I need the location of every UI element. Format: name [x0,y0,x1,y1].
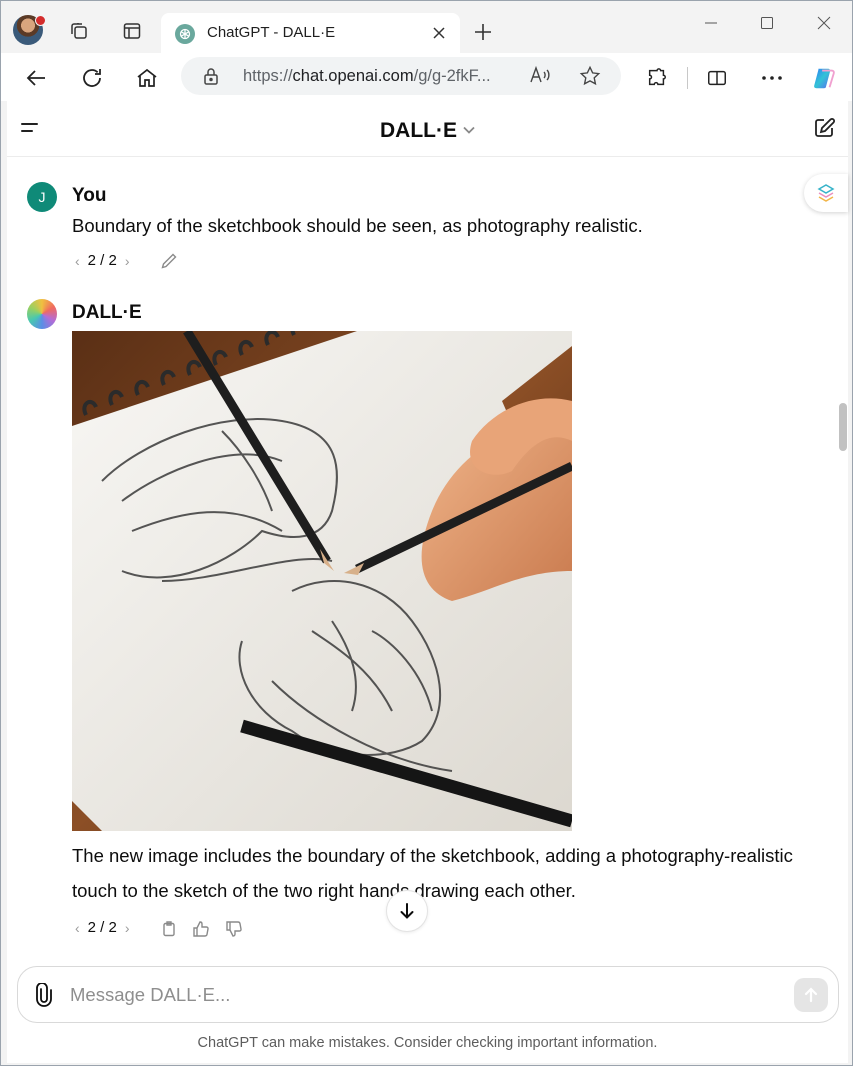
browser-toolbar: https://chat.openai.com/g/g-2fkF... [1,53,852,101]
address-bar[interactable]: https://chat.openai.com/g/g-2fkF... [181,57,621,95]
user-avatar-initial: J [38,189,46,205]
chat-header: DALL·E [7,101,848,157]
close-tab-icon[interactable] [428,22,450,44]
edit-pencil-icon[interactable] [159,251,179,271]
read-aloud-icon[interactable] [529,65,551,90]
assistant-pager-count: 2 / 2 [87,919,117,936]
url-scheme: https:// [243,67,293,85]
workspaces-icon[interactable] [67,19,91,43]
split-screen-icon[interactable] [704,65,730,91]
active-tab[interactable]: ChatGPT - DALL·E [161,13,460,54]
close-window-icon[interactable] [810,11,838,35]
scroll-to-bottom-button[interactable] [386,890,428,932]
tab-title: ChatGPT - DALL·E [207,24,336,41]
disclaimer-text: ChatGPT can make mistakes. Consider chec… [197,1035,658,1051]
user-avatar: J [27,182,57,212]
url-text[interactable]: https://chat.openai.com/g/g-2fkF... [243,67,491,86]
prev-version-icon[interactable]: ‹ [75,253,80,269]
url-host: chat.openai.com [292,67,414,85]
toolbar-divider [687,67,688,89]
home-icon[interactable] [134,65,160,91]
copy-icon[interactable] [159,919,179,939]
chatgpt-favicon-icon [175,24,195,44]
scrollbar-thumb[interactable] [839,403,847,451]
model-selector[interactable]: DALL·E [7,116,848,143]
assistant-name: DALL·E [72,302,142,323]
minimize-icon[interactable] [697,11,725,35]
tab-strip: ChatGPT - DALL·E [1,1,852,54]
send-button[interactable] [794,978,828,1012]
user-name: You [72,185,107,206]
back-arrow-icon[interactable] [23,65,49,91]
assistant-message-text: The new image includes the boundary of t… [72,845,793,901]
browser-window: ChatGPT - DALL·E https://chat.openai.com… [0,0,853,1066]
copilot-icon[interactable] [811,65,837,91]
message-input[interactable] [68,981,772,1009]
chat-page: DALL·E J You Boundary of the sketchbook … [7,101,848,1063]
lock-icon[interactable] [203,67,219,90]
maximize-icon[interactable] [753,11,781,35]
next-version-icon[interactable]: › [125,253,130,269]
new-chat-icon[interactable] [812,116,836,140]
next-version-icon[interactable]: › [125,920,130,936]
notification-dot [35,15,46,26]
model-title: DALL·E [380,119,457,142]
prev-version-icon[interactable]: ‹ [75,920,80,936]
user-pager-count: 2 / 2 [87,252,117,269]
new-tab-icon[interactable] [471,20,495,44]
dalle-avatar [27,299,57,329]
assistant-message-pager: ‹ 2 / 2 › [75,919,130,936]
more-options-icon[interactable] [759,65,785,91]
chevron-down-icon [463,116,475,140]
tab-actions-icon[interactable] [120,19,144,43]
side-panel-button[interactable] [804,174,848,212]
refresh-icon[interactable] [79,65,105,91]
user-message-pager: ‹ 2 / 2 › [75,252,130,269]
paperclip-icon[interactable] [32,982,56,1007]
user-message-text: Boundary of the sketchbook should be see… [72,215,643,236]
thumbs-down-icon[interactable] [224,919,244,939]
generated-image[interactable] [72,331,572,831]
extensions-icon[interactable] [644,65,670,91]
message-composer [17,966,839,1023]
favorite-star-icon[interactable] [579,65,601,92]
thumbs-up-icon[interactable] [191,919,211,939]
url-path: /g/g-2fkF... [413,67,491,85]
